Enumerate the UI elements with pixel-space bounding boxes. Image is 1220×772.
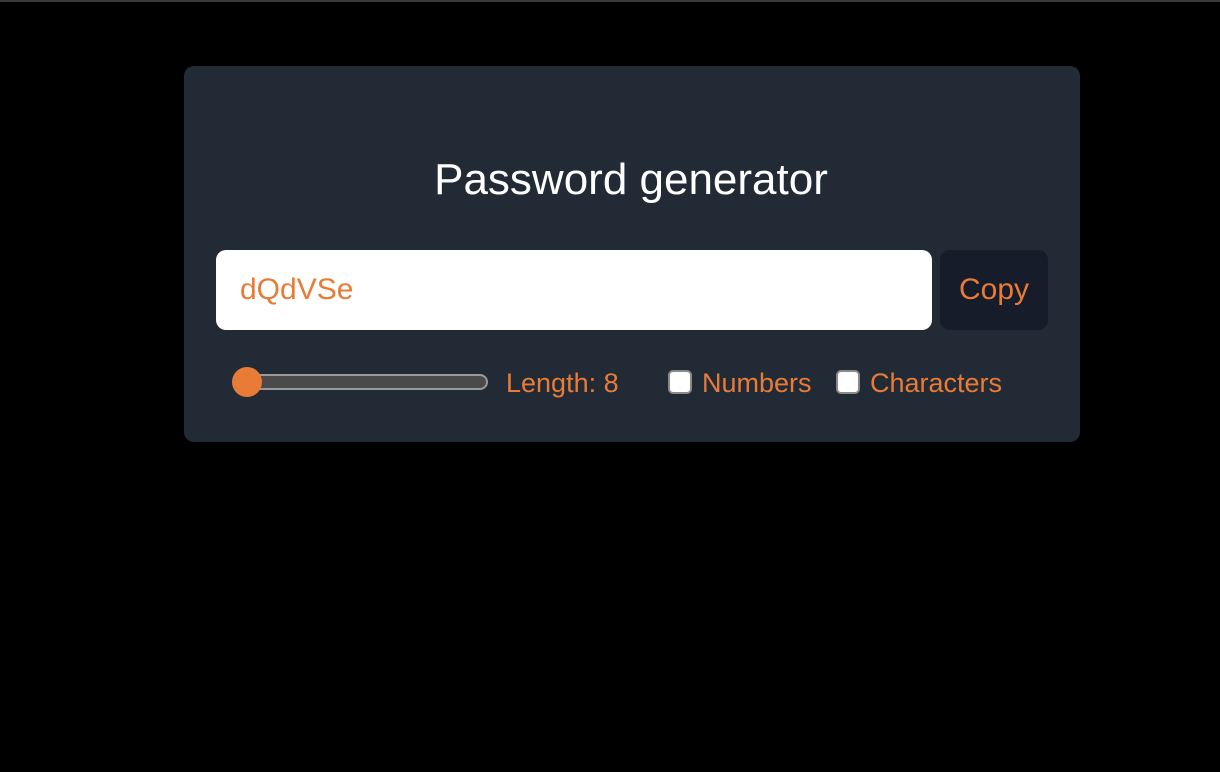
length-slider-track[interactable]	[236, 374, 488, 390]
numbers-label[interactable]: Numbers	[702, 366, 812, 400]
password-output-field[interactable]	[216, 250, 932, 330]
characters-checkbox[interactable]	[836, 370, 860, 394]
numbers-checkbox[interactable]	[668, 370, 692, 394]
length-label: Length: 8	[506, 368, 619, 398]
length-slider-thumb[interactable]	[232, 367, 262, 397]
page-title: Password generator	[434, 155, 828, 204]
characters-label[interactable]: Characters	[870, 366, 1002, 400]
window-top-border	[0, 0, 1220, 2]
copy-button[interactable]: Copy	[940, 250, 1048, 330]
